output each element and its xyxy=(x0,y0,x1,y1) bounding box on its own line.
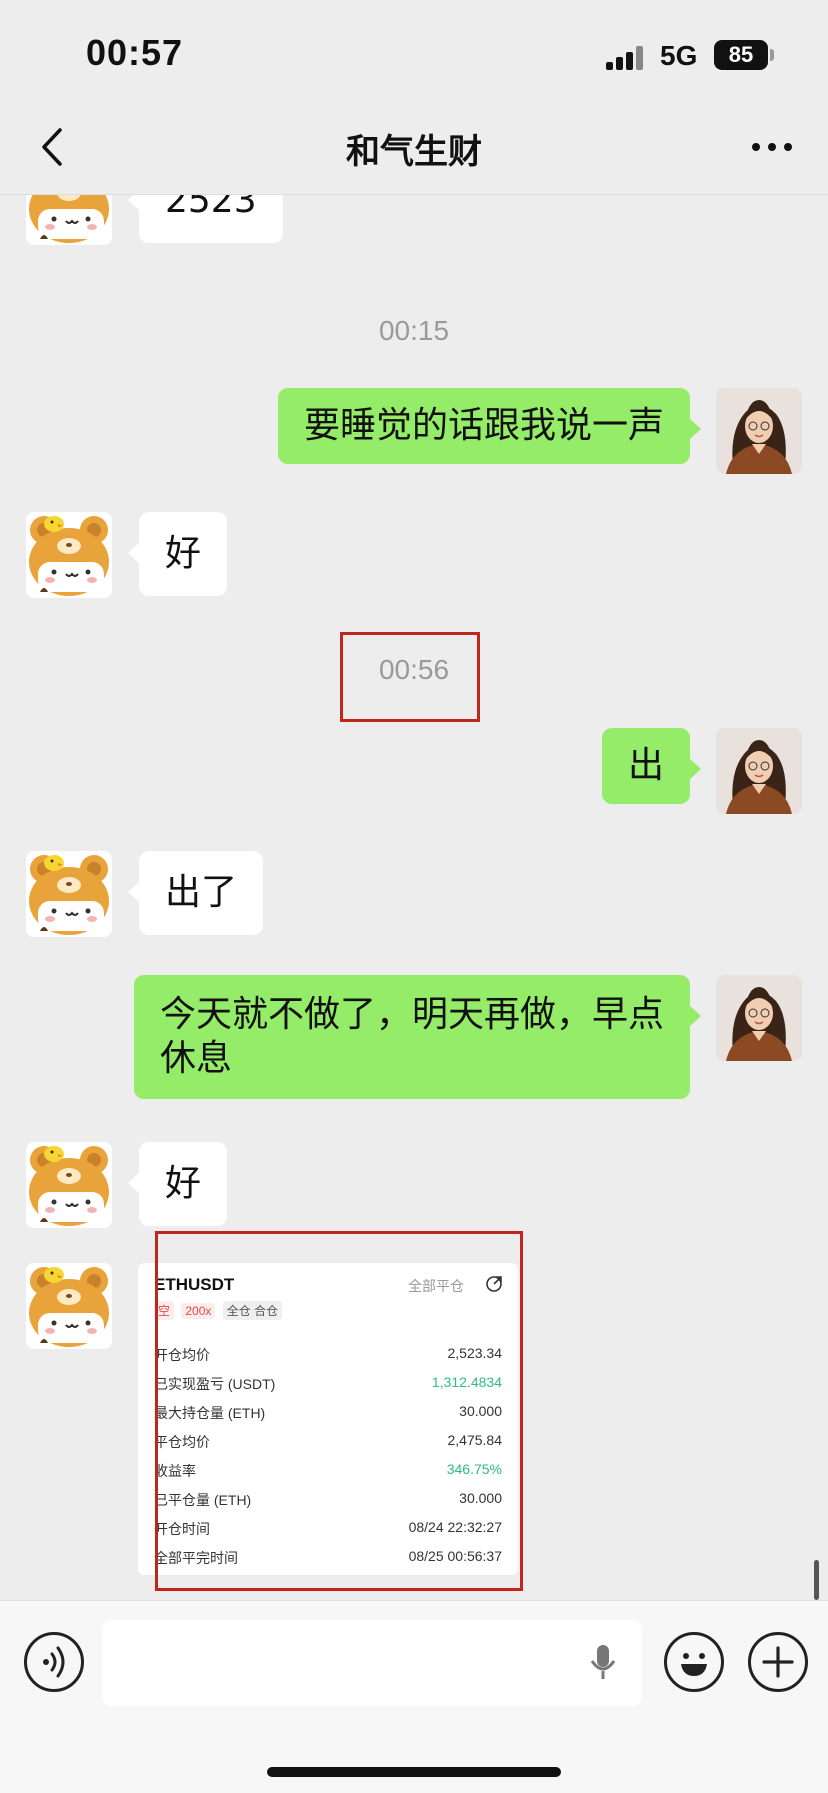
message-bubble-sent[interactable]: 要睡觉的话跟我说一声 xyxy=(277,388,702,464)
plus-icon xyxy=(762,1646,794,1678)
message-text: 好 xyxy=(165,533,202,574)
scrollbar[interactable] xyxy=(814,1560,819,1600)
status-bar: 00:57 5G 85 xyxy=(0,0,828,100)
home-indicator xyxy=(267,1767,561,1777)
message-text: 2523 xyxy=(165,195,257,221)
message-bubble-received[interactable]: 出了 xyxy=(127,851,264,935)
cellular-signal-icon xyxy=(606,44,646,70)
more-options-button[interactable] xyxy=(742,130,802,164)
message-text: 出了 xyxy=(165,872,238,913)
battery-icon: 85 xyxy=(714,40,768,70)
message-list[interactable]: 2523 00:15 要睡觉的话跟我说一声 好 00:56 出 出了 今天就不做… xyxy=(0,195,828,1600)
voice-icon xyxy=(43,1646,65,1678)
my-avatar[interactable] xyxy=(716,388,802,474)
message-text-line: 休息 xyxy=(160,1038,233,1079)
message-bubble-received[interactable]: 2523 xyxy=(128,195,283,243)
ellipsis-icon xyxy=(752,143,792,151)
contact-avatar[interactable] xyxy=(26,512,112,598)
message-text: 出 xyxy=(627,745,664,786)
status-time: 00:57 xyxy=(86,32,184,73)
microphone-button[interactable] xyxy=(588,1643,618,1683)
contact-avatar[interactable] xyxy=(26,1142,112,1228)
message-input[interactable] xyxy=(102,1620,642,1706)
message-bubble-sent[interactable]: 出 xyxy=(601,728,702,804)
message-timestamp: 00:15 xyxy=(378,315,450,346)
message-bubble-received[interactable]: 好 xyxy=(127,512,228,596)
highlight-box xyxy=(155,1231,523,1591)
battery-tip xyxy=(770,49,774,61)
chat-header: 和气生财 xyxy=(0,100,828,195)
voice-input-button[interactable] xyxy=(24,1632,84,1692)
my-avatar[interactable] xyxy=(716,728,802,814)
microphone-icon xyxy=(590,1645,616,1679)
more-functions-button[interactable] xyxy=(748,1632,808,1692)
my-avatar[interactable] xyxy=(716,975,802,1061)
chat-title: 和气生财 xyxy=(346,132,482,172)
message-text: 好 xyxy=(165,1163,202,1204)
contact-avatar[interactable] xyxy=(26,851,112,937)
emoji-button[interactable] xyxy=(664,1632,724,1692)
message-bubble-sent[interactable]: 今天就不做了，明天再做，早点 休息 xyxy=(134,975,701,1099)
contact-avatar[interactable] xyxy=(26,195,112,245)
emoji-icon xyxy=(681,1653,707,1676)
input-bar xyxy=(0,1600,828,1793)
network-type: 5G xyxy=(660,40,698,71)
message-bubble-received[interactable]: 好 xyxy=(127,1142,228,1226)
highlight-box xyxy=(340,632,480,722)
message-text: 要睡觉的话跟我说一声 xyxy=(303,405,664,446)
contact-avatar[interactable] xyxy=(26,1263,112,1349)
message-text-line: 今天就不做了，明天再做，早点 xyxy=(160,994,665,1035)
